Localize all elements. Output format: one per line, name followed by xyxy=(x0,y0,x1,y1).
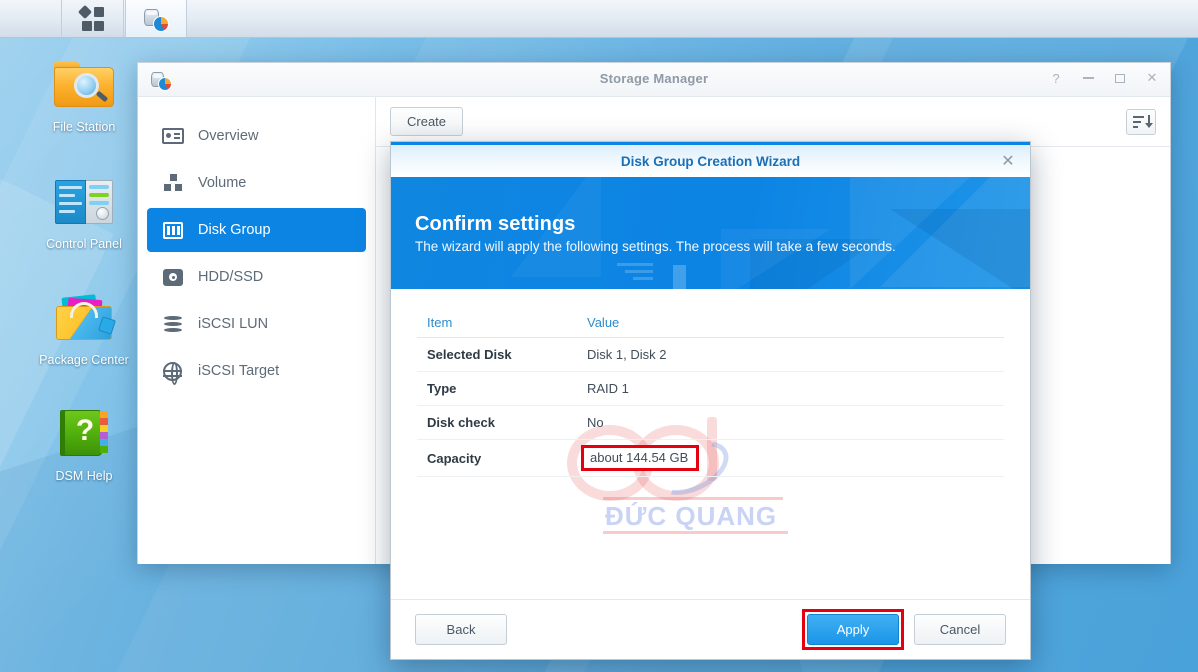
desktop-icon-control-panel[interactable]: Control Panel xyxy=(29,172,139,252)
sidebar-item-disk-group[interactable]: Disk Group xyxy=(147,208,366,252)
control-panel-icon xyxy=(52,172,116,232)
sort-list-button[interactable] xyxy=(1126,108,1156,135)
dialog-subheading: The wizard will apply the following sett… xyxy=(415,239,896,254)
table-row: Selected Disk Disk 1, Disk 2 xyxy=(417,337,1004,372)
dialog-footer: Back Apply Cancel xyxy=(391,599,1030,659)
create-button[interactable]: Create xyxy=(390,107,464,136)
iscsi-target-icon xyxy=(161,359,185,385)
hdd-ssd-icon xyxy=(161,265,185,289)
row-item-extra xyxy=(704,439,1004,477)
table-row: Capacity about 144.54 GB xyxy=(417,439,1004,477)
cancel-button[interactable]: Cancel xyxy=(914,614,1006,645)
desktop-icon-package-center[interactable]: Package Center xyxy=(29,288,139,368)
row-item-label: Selected Disk xyxy=(417,337,577,372)
sidebar-item-volume[interactable]: Volume xyxy=(147,161,366,205)
toolbar: Create xyxy=(376,97,1170,147)
dialog-body: ĐỨC QUANG Item Value Selected Disk Disk … xyxy=(391,289,1030,599)
overview-icon xyxy=(161,124,185,148)
help-button[interactable]: ? xyxy=(1048,70,1064,86)
settings-table: Item Value Selected Disk Disk 1, Disk 2 … xyxy=(417,309,1004,477)
close-button[interactable]: ✕ xyxy=(1144,70,1160,86)
row-item-value: Disk 1, Disk 2 xyxy=(577,337,704,372)
dialog-heading: Confirm settings xyxy=(415,213,576,235)
capacity-highlight-box: about 144.54 GB xyxy=(581,445,700,471)
row-item-extra xyxy=(704,371,1004,406)
disk-group-creation-wizard-dialog: Disk Group Creation Wizard ✕ Confirm set… xyxy=(390,141,1031,660)
column-header-item: Item xyxy=(417,309,577,338)
sidebar-item-label: iSCSI LUN xyxy=(198,316,269,332)
volume-icon xyxy=(161,171,185,195)
disk-group-icon xyxy=(161,218,185,242)
row-item-extra xyxy=(704,337,1004,372)
sidebar-item-label: HDD/SSD xyxy=(198,269,264,285)
desktop-icon-label: File Station xyxy=(52,120,116,134)
window-titlebar[interactable]: Storage Manager ? ✕ xyxy=(138,63,1170,97)
row-item-value: No xyxy=(577,405,704,440)
row-item-label: Type xyxy=(417,371,577,406)
back-button[interactable]: Back xyxy=(415,614,507,645)
column-header-blank xyxy=(704,309,1004,338)
desktop-icon-file-station[interactable]: File Station xyxy=(29,55,139,135)
iscsi-lun-icon xyxy=(161,312,185,336)
taskbar-app-menu-button[interactable] xyxy=(62,0,124,37)
row-item-label: Disk check xyxy=(417,405,577,440)
desktop-icon-label: Package Center xyxy=(39,353,129,367)
taskbar-item-storage-manager[interactable] xyxy=(125,0,187,37)
table-header-row: Item Value xyxy=(417,309,1004,338)
sidebar-item-label: Overview xyxy=(198,128,259,144)
package-center-icon xyxy=(52,288,116,348)
dialog-title: Disk Group Creation Wizard xyxy=(620,154,801,169)
sidebar-item-iscsi-lun[interactable]: iSCSI LUN xyxy=(147,302,366,346)
banner-logo-bar xyxy=(673,265,686,289)
storage-manager-icon xyxy=(143,6,169,32)
table-row: Disk check No xyxy=(417,405,1004,440)
taskbar xyxy=(0,0,1198,38)
sidebar-item-label: iSCSI Target xyxy=(198,363,280,379)
dialog-close-icon[interactable]: ✕ xyxy=(998,151,1018,171)
table-row: Type RAID 1 xyxy=(417,371,1004,406)
row-item-extra xyxy=(704,405,1004,440)
row-item-label: Capacity xyxy=(417,439,577,477)
desktop-icon-label: Control Panel xyxy=(46,237,122,251)
sidebar-item-label: Volume xyxy=(198,175,247,191)
sidebar-item-hdd-ssd[interactable]: HDD/SSD xyxy=(147,255,366,299)
desktop-icon-dsm-help[interactable]: ? DSM Help xyxy=(29,404,139,484)
dialog-banner: Confirm settings The wizard will apply t… xyxy=(391,177,1030,289)
minimize-button[interactable] xyxy=(1080,70,1096,86)
grid-icon xyxy=(77,4,106,32)
row-item-value: RAID 1 xyxy=(577,371,704,406)
apply-button[interactable]: Apply xyxy=(807,614,899,645)
desktop-icon-label: DSM Help xyxy=(55,469,113,483)
sort-list-icon xyxy=(1132,114,1153,129)
dsm-help-icon: ? xyxy=(52,404,116,464)
row-item-value-highlighted: about 144.54 GB xyxy=(577,439,704,477)
column-header-value: Value xyxy=(577,309,704,338)
dialog-titlebar[interactable]: Disk Group Creation Wizard ✕ xyxy=(391,142,1030,177)
file-station-icon xyxy=(52,55,116,115)
sidebar: Overview Volume Disk Group HDD/SSD iSCSI… xyxy=(138,97,376,564)
banner-logo-icon xyxy=(591,259,681,289)
maximize-button[interactable] xyxy=(1112,70,1128,86)
sidebar-item-overview[interactable]: Overview xyxy=(147,114,366,158)
sidebar-item-iscsi-target[interactable]: iSCSI Target xyxy=(147,349,366,393)
window-title: Storage Manager xyxy=(599,71,709,86)
apply-highlight-box: Apply xyxy=(802,609,904,650)
taskbar-left-edge xyxy=(0,0,62,37)
sidebar-item-label: Disk Group xyxy=(198,222,271,238)
watermark-text: ĐỨC QUANG xyxy=(605,501,778,531)
